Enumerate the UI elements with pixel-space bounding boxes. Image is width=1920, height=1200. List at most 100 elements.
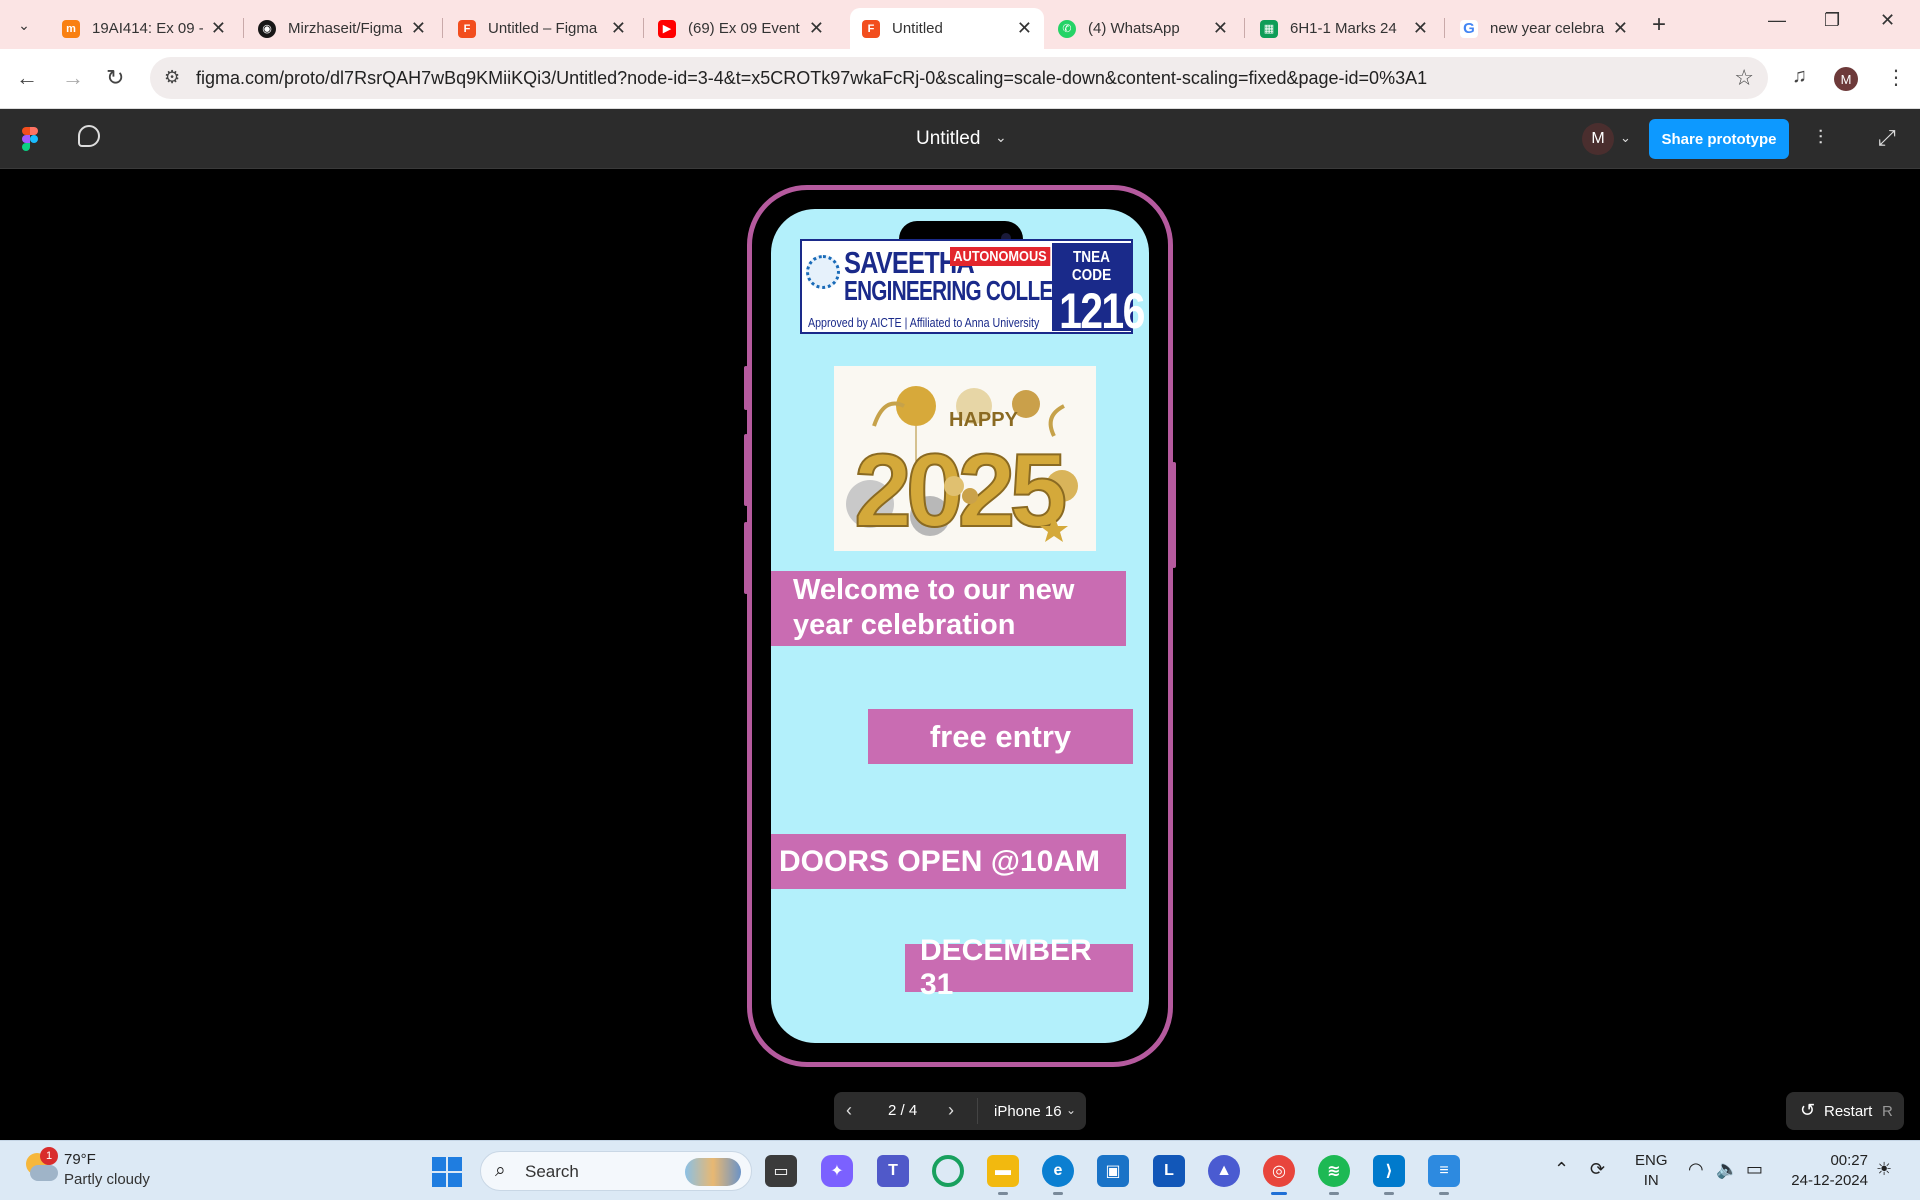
tab-sheets[interactable]: ▦ 6H1-1 Marks 24 ✕ [1248, 8, 1440, 49]
tab-divider [1444, 18, 1445, 38]
tab-divider [643, 18, 644, 38]
chevron-down-icon[interactable]: ⌄ [995, 129, 1007, 146]
back-button[interactable]: ← [16, 65, 38, 91]
close-tab-icon[interactable]: ✕ [411, 18, 426, 39]
sheets-icon: ▦ [1260, 19, 1278, 38]
device-select[interactable]: iPhone 16 [994, 1103, 1062, 1120]
browser-toolbar: ← → ↻ ⚙ figma.com/proto/dl7RsrQAH7wBq9KM… [0, 49, 1920, 109]
tnea-code-number: 1216 [1059, 283, 1145, 339]
copilot-icon[interactable]: ✦ [821, 1155, 853, 1187]
restart-icon: ↺ [1800, 1100, 1816, 1120]
tab-google-search[interactable]: G new year celebra ✕ [1448, 8, 1640, 49]
address-bar[interactable]: ⚙ figma.com/proto/dl7RsrQAH7wBq9KMiiKQi3… [150, 57, 1768, 99]
chevron-down-icon[interactable]: ⌄ [1620, 130, 1631, 146]
tab-title: 6H1-1 Marks 24 [1290, 20, 1397, 37]
language-line2: IN [1643, 1172, 1659, 1189]
menu-kebab-icon[interactable]: ⋮ [1886, 65, 1906, 90]
tab-figma-editor[interactable]: F Untitled – Figma ✕ [446, 8, 638, 49]
battery-icon[interactable]: ▭ [1746, 1159, 1763, 1180]
close-tab-icon[interactable]: ✕ [1413, 18, 1428, 39]
browser-profile-avatar[interactable]: M [1834, 67, 1858, 91]
wifi-icon[interactable]: ◠ [1688, 1159, 1704, 1180]
forward-button[interactable]: → [62, 65, 84, 91]
tab-whatsapp[interactable]: ✆ (4) WhatsApp ✕ [1046, 8, 1240, 49]
restart-shortcut: R [1882, 1103, 1893, 1120]
tab-figma-prototype[interactable]: F Untitled ✕ [850, 8, 1044, 49]
welcome-text-box: Welcome to our new year celebration [771, 571, 1126, 646]
bookmark-star-icon[interactable]: ☆ [1734, 65, 1754, 91]
show-hidden-icons[interactable]: ⌃ [1554, 1159, 1569, 1180]
taskbar-search[interactable]: ⌕ Search [480, 1151, 752, 1191]
happy-text: HAPPY [949, 409, 1019, 431]
tnea-code-box: TNEA CODE 1216 [1052, 243, 1145, 337]
tab-youtube[interactable]: ▶ (69) Ex 09 Event ✕ [646, 8, 836, 49]
clock-date: 24-12-2024 [1791, 1172, 1868, 1189]
prototype-pager: ‹ 2 / 4 › iPhone 16 ⌄ [834, 1092, 1086, 1130]
url-text: figma.com/proto/dl7RsrQAH7wBq9KMiiKQi3/U… [196, 68, 1428, 88]
file-explorer-icon[interactable]: ▬ [987, 1155, 1019, 1195]
l-app-icon[interactable]: L [1153, 1155, 1185, 1187]
tab-divider [1244, 18, 1245, 38]
youtube-icon: ▶ [658, 19, 676, 38]
notepad-icon[interactable]: ≡ [1428, 1155, 1460, 1195]
tab-moodle[interactable]: m 19AI414: Ex 09 - ✕ [50, 8, 238, 49]
close-tab-icon[interactable]: ✕ [611, 18, 626, 39]
close-tab-icon[interactable]: ✕ [1613, 18, 1628, 39]
college-banner-logo: SAVEETHA AUTONOMOUS ENGINEERING COLLEGE … [800, 239, 1145, 337]
user-avatar[interactable]: M [1582, 123, 1614, 155]
search-label: Search [525, 1162, 579, 1181]
tab-search-chevron-icon[interactable]: ⌄ [10, 12, 38, 38]
weather-condition[interactable]: Partly cloudy [64, 1171, 150, 1188]
prototype-screen[interactable]: SAVEETHA AUTONOMOUS ENGINEERING COLLEGE … [771, 209, 1149, 1043]
weather-icon[interactable]: 1 [20, 1147, 60, 1189]
chevron-down-icon[interactable]: ⌄ [1066, 1103, 1076, 1117]
media-control-icon[interactable]: ♫ [1792, 65, 1807, 88]
figma-icon: F [862, 19, 880, 38]
triangle-app-icon[interactable]: ▲ [1208, 1155, 1240, 1187]
tab-title: (4) WhatsApp [1088, 20, 1180, 37]
tab-github[interactable]: ◉ Mirzhaseit/Figma ✕ [246, 8, 438, 49]
search-icon: ⌕ [495, 1160, 506, 1181]
figma-logo-icon[interactable] [22, 127, 38, 151]
reload-button[interactable]: ↻ [106, 65, 124, 91]
chrome-icon[interactable]: ◎ [1263, 1155, 1295, 1195]
document-title[interactable]: Untitled [916, 128, 980, 150]
moodle-icon: m [62, 19, 80, 38]
new-tab-button[interactable]: + [1652, 11, 1666, 39]
restart-button[interactable]: ↺ Restart R [1786, 1092, 1904, 1130]
iphone-frame: SAVEETHA AUTONOMOUS ENGINEERING COLLEGE … [747, 185, 1173, 1067]
store-icon[interactable]: ▣ [1097, 1155, 1129, 1187]
happy-new-year-image: HAPPY 2025 [834, 366, 1096, 551]
close-tab-icon[interactable]: ✕ [1213, 18, 1228, 39]
teams-icon[interactable]: T [877, 1155, 909, 1187]
sync-icon[interactable]: ⟳ [1590, 1159, 1605, 1180]
edge-icon[interactable]: e [1042, 1155, 1074, 1195]
clock[interactable]: 00:27 24-12-2024 [1788, 1151, 1868, 1191]
language-indicator[interactable]: ENG IN [1635, 1151, 1668, 1191]
weather-temperature[interactable]: 79°F [64, 1151, 96, 1168]
close-tab-icon[interactable]: ✕ [211, 18, 226, 39]
restore-button[interactable]: ❐ [1824, 10, 1840, 31]
vscode-icon[interactable]: ⟩ [1373, 1155, 1405, 1195]
volume-icon[interactable]: 🔈 [1716, 1159, 1738, 1180]
tab-title: 19AI414: Ex 09 - [92, 20, 203, 37]
minimize-button[interactable]: — [1768, 10, 1786, 31]
tnea-code-label: TNEA CODE [1071, 249, 1112, 284]
fullscreen-icon[interactable]: ⤢ [1878, 125, 1896, 151]
previous-frame-icon[interactable]: ‹ [846, 1100, 852, 1121]
next-frame-icon[interactable]: › [948, 1100, 954, 1121]
close-tab-icon[interactable]: ✕ [1017, 18, 1032, 39]
close-tab-icon[interactable]: ✕ [809, 18, 824, 39]
windows-start-icon[interactable] [432, 1157, 462, 1187]
share-prototype-button[interactable]: Share prototype [1649, 119, 1789, 159]
settings-sliders-icon[interactable]: ⫶ [1818, 127, 1823, 150]
close-window-button[interactable]: ✕ [1880, 10, 1895, 31]
app-circle-icon[interactable] [932, 1155, 964, 1187]
comment-icon[interactable] [78, 125, 100, 147]
tab-title: Untitled – Figma [488, 20, 598, 37]
site-info-icon[interactable]: ⚙ [164, 67, 180, 88]
task-view-icon[interactable]: ▭ [765, 1155, 797, 1187]
spotify-icon[interactable]: ≋ [1318, 1155, 1350, 1195]
notifications-icon[interactable]: ☀ [1876, 1159, 1892, 1180]
windows-taskbar: 1 79°F Partly cloudy ⌕ Search ▭ ✦ T ▬ e … [0, 1140, 1920, 1200]
